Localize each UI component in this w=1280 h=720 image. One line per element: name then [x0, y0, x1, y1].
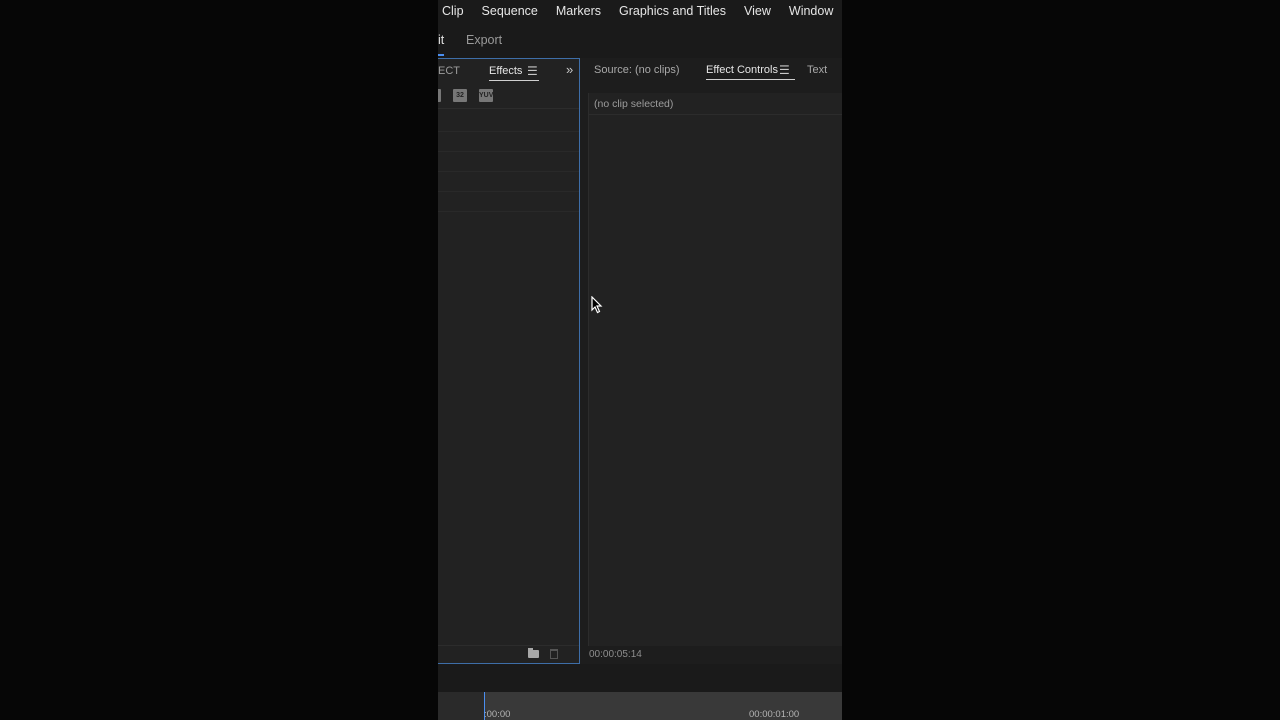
effect-controls-content: (no clip selected): [588, 93, 842, 646]
menu-graphics-and-titles[interactable]: Graphics and Titles: [619, 4, 726, 18]
effects-list-row: [438, 171, 579, 172]
effects-panel-menu-icon[interactable]: ☰: [527, 64, 538, 78]
effects-toolbar: 32 YUV: [438, 83, 579, 109]
menu-bar: Clip Sequence Markers Graphics and Title…: [438, 0, 842, 22]
effect-controls-panel: Source: (no clips) Effect Controls ☰ Tex…: [584, 58, 842, 664]
tab-project-partial[interactable]: ECT: [438, 65, 460, 77]
workspace-bar: it Export: [438, 22, 842, 58]
timeline-header: [438, 664, 842, 692]
effects-list-row: [438, 211, 579, 212]
menu-sequence[interactable]: Sequence: [482, 4, 538, 18]
mouse-cursor-icon: [591, 296, 603, 314]
new-bin-icon[interactable]: [528, 648, 539, 658]
premiere-window: Clip Sequence Markers Graphics and Title…: [438, 0, 842, 720]
effect-controls-menu-icon[interactable]: ☰: [779, 63, 790, 77]
effects-panel-footer: [438, 645, 579, 663]
menu-clip[interactable]: Clip: [442, 4, 464, 18]
ruler-timecode-start: :00:00: [484, 709, 511, 720]
effects-panel-header: ECT Effects ☰ »: [438, 59, 579, 83]
workspace-tab-export[interactable]: Export: [466, 22, 502, 58]
ruler-timecode-end: 00:00:01:00: [749, 709, 800, 720]
effects-list-row: [438, 191, 579, 192]
32-bit-icon[interactable]: 32: [453, 89, 467, 102]
tab-text[interactable]: Text: [807, 64, 827, 76]
no-clip-label: (no clip selected): [589, 93, 842, 115]
tab-effects[interactable]: Effects: [489, 65, 541, 81]
tab-source[interactable]: Source: (no clips): [594, 64, 680, 76]
timeline-ruler[interactable]: :00:00 00:00:01:00: [438, 692, 842, 720]
yuv-icon[interactable]: YUV: [479, 89, 493, 102]
letterbox-left: [0, 0, 438, 720]
effects-list-row: [438, 151, 579, 152]
effects-panel: ECT Effects ☰ » 32 YUV: [438, 58, 580, 664]
menu-view[interactable]: View: [744, 4, 771, 18]
letterbox-right: [842, 0, 1280, 720]
workspace-tab-edit[interactable]: it: [438, 22, 445, 58]
accelerated-effects-icon[interactable]: [438, 89, 441, 102]
effect-controls-header: Source: (no clips) Effect Controls ☰ Tex…: [584, 58, 842, 82]
menu-window[interactable]: Window: [789, 4, 833, 18]
effects-list-row: [438, 131, 579, 132]
tab-effect-controls[interactable]: Effect Controls: [706, 64, 795, 80]
menu-markers[interactable]: Markers: [556, 4, 601, 18]
panel-overflow-icon[interactable]: »: [566, 62, 573, 77]
timecode-display: 00:00:05:14: [589, 649, 642, 660]
delete-icon[interactable]: [550, 649, 558, 659]
